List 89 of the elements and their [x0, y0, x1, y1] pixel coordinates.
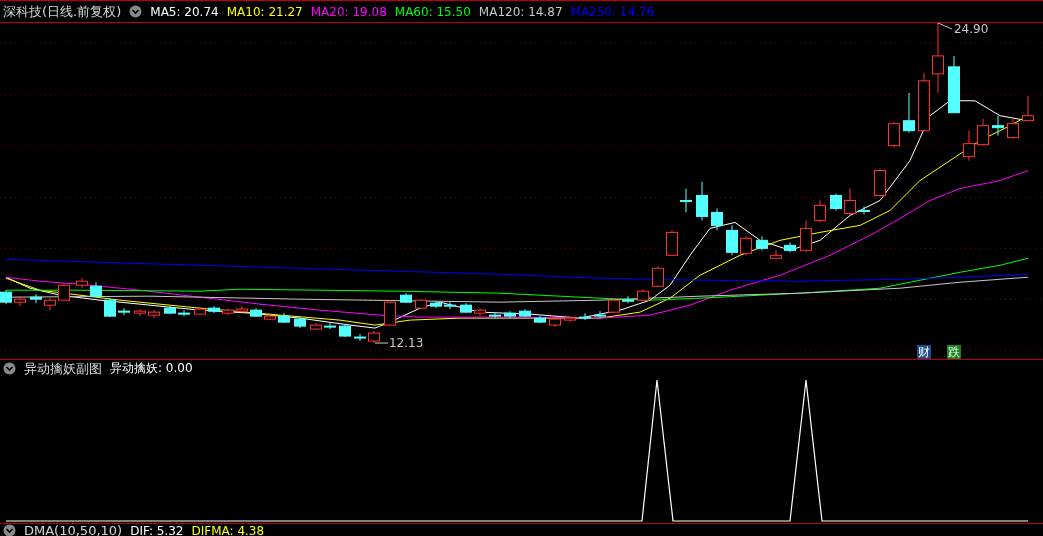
candlestick [194, 306, 206, 315]
event-badge[interactable]: 跌 [947, 345, 961, 359]
subchart-title: DMA(10,50,10) [24, 523, 123, 536]
candlestick [310, 322, 322, 331]
candlestick [44, 297, 56, 311]
candlestick [711, 207, 723, 231]
candlestick [400, 292, 412, 304]
candlestick [992, 115, 1004, 137]
candlestick [977, 118, 989, 147]
candlestick [680, 188, 692, 213]
candlestick [384, 299, 396, 327]
candlestick [534, 315, 546, 324]
indicator-reading: MA250: 14.76 [570, 4, 655, 19]
candlestick [104, 297, 116, 318]
candlestick [830, 193, 842, 211]
candlestick [844, 188, 856, 216]
candlestick [415, 298, 427, 310]
candlestick [294, 316, 306, 329]
dropdown-icon[interactable] [3, 524, 16, 536]
candlestick [696, 181, 708, 221]
event-badge[interactable]: 财 [917, 345, 931, 359]
indicator-reading: MA60: 15.50 [394, 4, 471, 19]
candlestick [504, 310, 516, 319]
candlestick [622, 295, 634, 304]
candlestick [903, 92, 915, 134]
candlestick [178, 309, 190, 317]
chart-title: 深科技(日线.前复权) [3, 2, 122, 21]
candlestick [594, 310, 606, 319]
low-marker-drawing: 12.13 [374, 336, 424, 351]
candlestick [858, 205, 870, 215]
indicator-reading: MA5: 20.74 [150, 4, 219, 19]
indicator-reading: MA20: 19.08 [310, 4, 387, 19]
candlestick [874, 168, 886, 197]
candlestick [134, 308, 146, 317]
candlestick [784, 241, 796, 253]
candlestick [14, 295, 26, 307]
candlestick [222, 307, 234, 316]
candlestick [726, 224, 738, 256]
candlestick [489, 311, 501, 319]
candlestick [519, 308, 531, 318]
candlestick [208, 305, 220, 314]
candlestick [800, 219, 812, 253]
candlestick [1007, 118, 1019, 140]
candlestick [90, 281, 102, 297]
candlestick [1022, 95, 1034, 122]
candlestick [948, 55, 960, 114]
candlestick [549, 316, 561, 328]
candlestick [430, 300, 442, 309]
candlestick [76, 277, 88, 289]
candlestick [0, 289, 12, 305]
candlestick [740, 235, 752, 256]
candlestick [770, 249, 782, 260]
candlestick [278, 312, 290, 324]
candlestick [444, 301, 456, 310]
indicator-reading: DIFMA: 4.38 [191, 523, 265, 536]
candlestick [564, 315, 576, 323]
candlestick [264, 312, 276, 321]
candlestick [236, 305, 248, 313]
candlestick [354, 333, 366, 342]
candlestick [932, 23, 944, 94]
candlestick [637, 288, 649, 302]
candlestick [460, 302, 472, 314]
subchart-title: 异动擒妖副图 [24, 359, 102, 378]
candlestick [339, 323, 351, 338]
candlestick [324, 322, 336, 330]
candlestick [666, 229, 678, 257]
candlestick [148, 309, 160, 319]
candlestick [30, 293, 42, 304]
candlestick [58, 282, 70, 301]
candlestick [888, 121, 900, 149]
candlestick [608, 297, 620, 314]
high-marker-drawing: 24.90 [937, 23, 989, 36]
candlestick [918, 72, 930, 132]
candlestick [250, 307, 262, 318]
dropdown-icon[interactable] [129, 5, 143, 18]
indicator-reading: MA120: 14.87 [478, 4, 563, 19]
candlestick [756, 235, 768, 251]
indicator-reading: MA10: 21.27 [226, 4, 303, 19]
candlestick [164, 305, 176, 315]
candlestick [963, 130, 975, 162]
candlestick [474, 307, 486, 317]
candlestick [652, 265, 664, 288]
indicator-reading: 异动擒妖: 0.00 [110, 360, 193, 377]
dropdown-icon[interactable] [3, 362, 16, 375]
candlestick [118, 307, 130, 316]
indicator-reading: DIF: 5.32 [130, 523, 184, 536]
candlestick [814, 199, 826, 223]
candlestick [368, 330, 380, 344]
candlestick [579, 312, 591, 321]
